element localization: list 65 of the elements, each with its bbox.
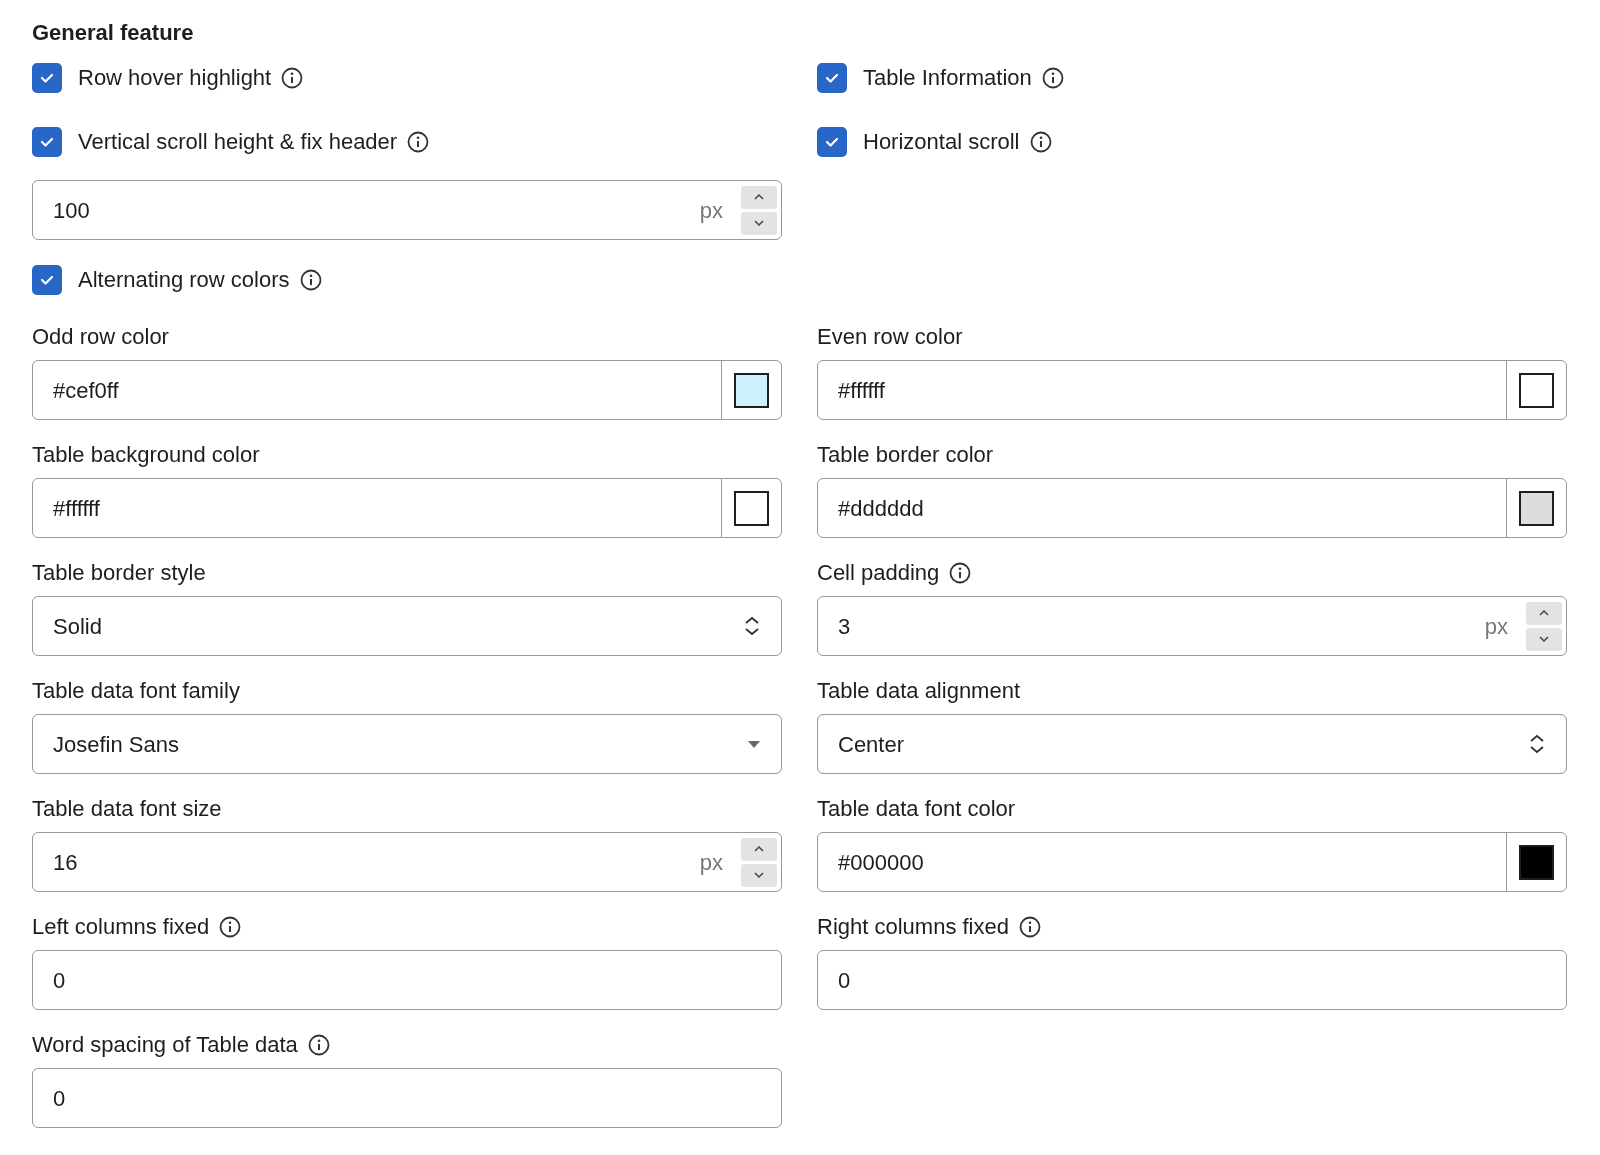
number-field[interactable]: 3 px bbox=[817, 596, 1567, 656]
field-label: Horizontal scroll bbox=[863, 129, 1020, 155]
unit-label: px bbox=[1484, 612, 1508, 641]
checkbox[interactable] bbox=[817, 127, 847, 157]
number-field[interactable]: 16 px bbox=[32, 832, 782, 892]
color-field[interactable]: #000000 bbox=[817, 832, 1567, 892]
info-icon[interactable] bbox=[281, 67, 304, 89]
chevron-down-icon bbox=[1537, 634, 1551, 644]
info-icon[interactable] bbox=[299, 269, 322, 291]
checkbox[interactable] bbox=[817, 63, 847, 93]
info-icon[interactable] bbox=[219, 916, 242, 938]
field-label: Alternating row colors bbox=[78, 267, 290, 293]
checkbox[interactable] bbox=[32, 63, 62, 93]
field-label: Table data font color bbox=[817, 796, 1016, 822]
field-label: Right columns fixed bbox=[817, 914, 1009, 940]
field-label: Odd row color bbox=[32, 324, 169, 350]
field-label: Table background color bbox=[32, 442, 260, 468]
chevron-down-icon bbox=[752, 870, 766, 880]
chevron-up-icon bbox=[752, 192, 766, 202]
color-field[interactable]: #cef0ff bbox=[32, 360, 782, 420]
chevron-up-icon bbox=[752, 844, 766, 854]
unit-label: px bbox=[699, 196, 723, 225]
field-label: Table border style bbox=[32, 560, 206, 586]
chevron-updown-icon bbox=[743, 616, 761, 636]
color-field[interactable]: #ffffff bbox=[32, 478, 782, 538]
info-icon[interactable] bbox=[1019, 916, 1041, 938]
field-label: Cell padding bbox=[817, 560, 940, 586]
info-icon[interactable] bbox=[407, 131, 430, 153]
decrement-button[interactable] bbox=[741, 211, 777, 235]
info-icon[interactable] bbox=[307, 1034, 330, 1056]
increment-button[interactable] bbox=[741, 837, 777, 861]
increment-button[interactable] bbox=[741, 185, 777, 209]
chevron-up-icon bbox=[1537, 608, 1551, 618]
select-field[interactable]: Solid bbox=[32, 596, 782, 656]
field-label: Table data font size bbox=[32, 796, 222, 822]
chevron-down-icon bbox=[752, 218, 766, 228]
field-label: Vertical scroll height & fix header bbox=[78, 129, 398, 155]
text-field[interactable]: 0 bbox=[32, 1068, 782, 1128]
field-label: Table data alignment bbox=[817, 678, 1021, 704]
field-label: Word spacing of Table data bbox=[32, 1032, 298, 1058]
text-field[interactable]: 0 bbox=[817, 950, 1567, 1010]
info-icon[interactable] bbox=[949, 562, 972, 584]
text-field[interactable]: 0 bbox=[32, 950, 782, 1010]
increment-button[interactable] bbox=[1526, 601, 1562, 625]
field-label: Table border color bbox=[817, 442, 994, 468]
checkbox[interactable] bbox=[32, 265, 62, 295]
color-field[interactable]: #dddddd bbox=[817, 478, 1567, 538]
select-field[interactable]: Josefin Sans bbox=[32, 714, 782, 774]
field-label: Table data font family bbox=[32, 678, 240, 704]
decrement-button[interactable] bbox=[1526, 627, 1562, 651]
unit-label: px bbox=[699, 848, 723, 877]
chevron-updown-icon bbox=[1528, 734, 1546, 754]
field-label: Table Information bbox=[863, 65, 1032, 91]
select-field[interactable]: Center bbox=[817, 714, 1567, 774]
caret-down-icon bbox=[747, 739, 761, 749]
color-field[interactable]: #ffffff bbox=[817, 360, 1567, 420]
section-title: General feature bbox=[32, 19, 195, 47]
info-icon[interactable] bbox=[1029, 131, 1052, 153]
field-label: Left columns fixed bbox=[32, 914, 210, 940]
info-icon[interactable] bbox=[1041, 67, 1064, 89]
checkbox[interactable] bbox=[32, 127, 62, 157]
field-label: Row hover highlight bbox=[78, 65, 272, 91]
number-field[interactable]: 100 px bbox=[32, 180, 782, 240]
field-label: Even row color bbox=[817, 324, 963, 350]
decrement-button[interactable] bbox=[741, 863, 777, 887]
